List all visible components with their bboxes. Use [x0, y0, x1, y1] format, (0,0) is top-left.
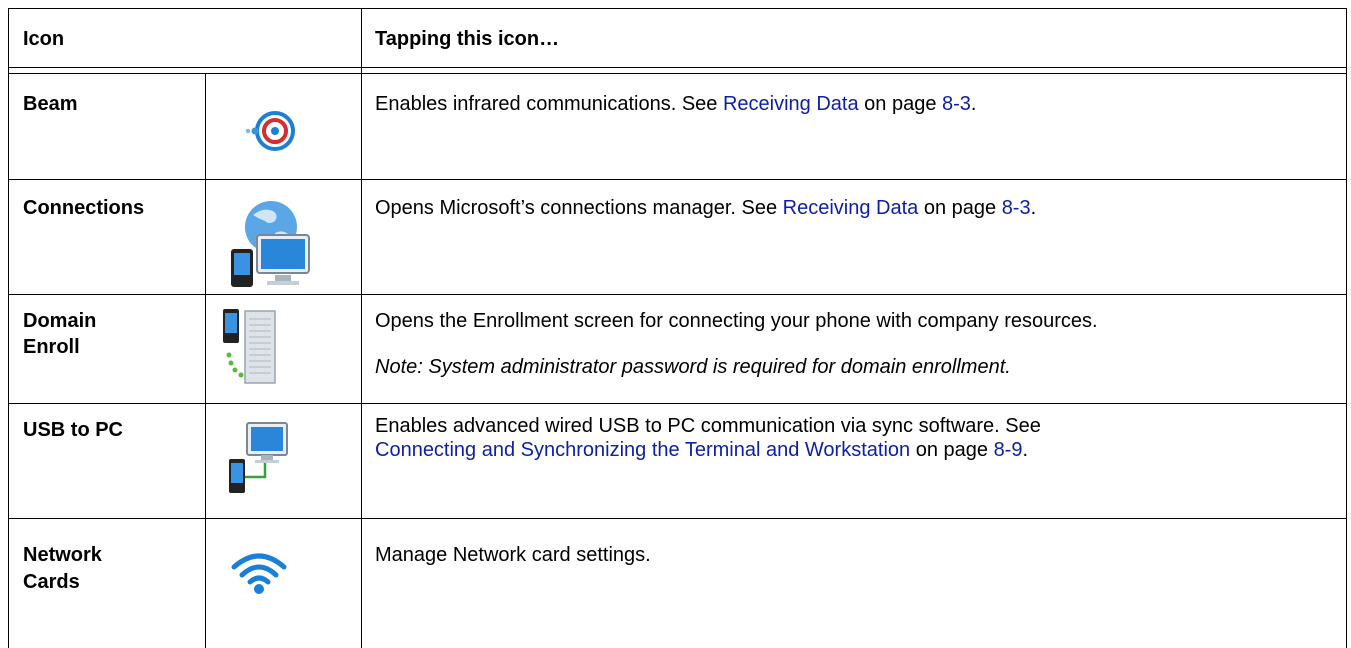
header-tapping-label: Tapping this icon… — [375, 28, 560, 50]
page-link[interactable]: 8-9 — [994, 439, 1023, 461]
row-description: Enables advanced wired USB to PC communi… — [375, 415, 1041, 437]
header-icon-label: Icon — [23, 28, 65, 50]
usb-to-pc-icon[interactable] — [225, 421, 289, 497]
row-divider — [9, 179, 1346, 180]
connections-icon[interactable] — [223, 197, 313, 289]
row-description: Enables infrared communications. See Rec… — [375, 93, 977, 115]
name-icon-divider — [205, 74, 206, 648]
page-link[interactable]: 8-3 — [1002, 197, 1031, 219]
row-description-line2: Connecting and Synchronizing the Termina… — [375, 439, 1029, 461]
row-divider — [9, 518, 1346, 519]
page-link[interactable]: 8-3 — [942, 93, 971, 115]
header-divider — [9, 67, 1346, 68]
row-description: Manage Network card settings. — [375, 544, 651, 566]
receiving-data-link[interactable]: Receiving Data — [783, 197, 919, 219]
row-name: Beam — [23, 93, 78, 115]
row-name-line1: Network — [23, 544, 102, 566]
row-description: Opens Microsoft’s connections manager. S… — [375, 197, 1037, 219]
row-name: USB to PC — [23, 419, 123, 441]
row-name: Connections — [23, 197, 145, 219]
row-name-line2: Cards — [23, 571, 80, 593]
icon-table: Icon Tapping this icon… Beam Enables inf… — [8, 8, 1347, 648]
beam-icon[interactable] — [245, 106, 295, 156]
column-divider — [361, 9, 362, 648]
row-name-line1: Domain — [23, 310, 97, 332]
row-divider — [9, 294, 1346, 295]
row-description: Opens the Enrollment screen for connecti… — [375, 310, 1098, 332]
network-cards-icon[interactable] — [230, 549, 288, 595]
receiving-data-link[interactable]: Receiving Data — [723, 93, 859, 115]
domain-enroll-icon[interactable] — [221, 305, 281, 387]
connecting-synchronizing-link[interactable]: Connecting and Synchronizing the Termina… — [375, 439, 910, 461]
row-divider — [9, 403, 1346, 404]
header-divider-double — [9, 73, 1346, 74]
row-name-line2: Enroll — [23, 336, 80, 358]
row-note: Note: System administrator password is r… — [375, 356, 1011, 378]
